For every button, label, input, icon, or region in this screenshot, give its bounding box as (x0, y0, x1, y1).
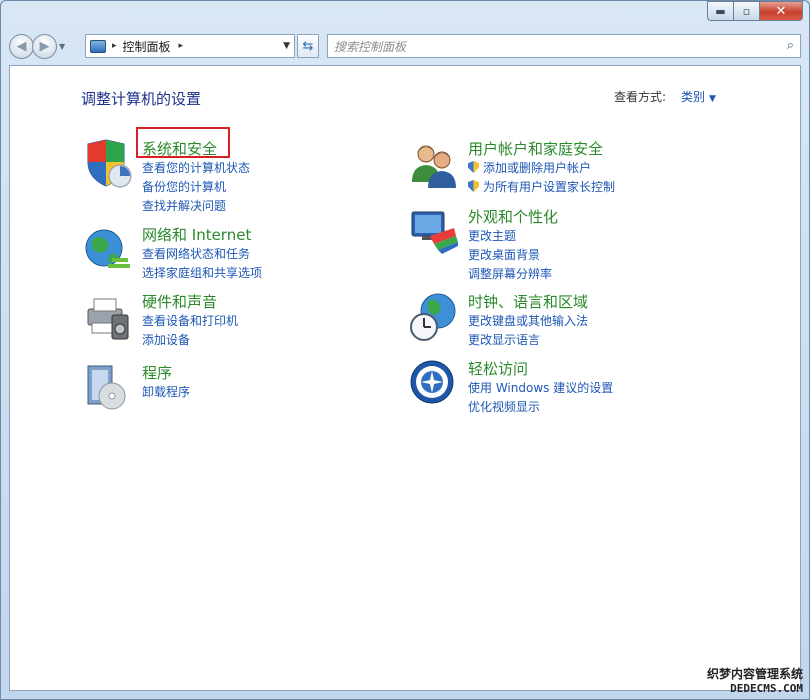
link-optimize-display[interactable]: 优化视频显示 (468, 398, 613, 417)
link-parental-controls[interactable]: 为所有用户设置家长控制 (468, 178, 615, 197)
address-dropdown-icon[interactable]: ▼ (283, 41, 290, 51)
search-icon[interactable]: ⌕ (787, 38, 794, 53)
link-backup-computer[interactable]: 备份您的计算机 (142, 178, 250, 197)
breadcrumb-separator-icon[interactable]: ▸ (112, 41, 117, 51)
view-by-value[interactable]: 类别 (681, 90, 705, 104)
link-homegroup-sharing[interactable]: 选择家庭组和共享选项 (142, 264, 262, 283)
close-button[interactable]: ✕ (759, 1, 803, 21)
search-placeholder: 搜索控制面板 (334, 39, 407, 54)
watermark-line2: DEDECMS.COM (730, 682, 803, 695)
page-title: 调整计算机的设置 (81, 90, 202, 108)
highlight-box (136, 127, 230, 158)
window-caption-buttons: ▬ ▫ ✕ (707, 1, 803, 21)
recent-pages-dropdown[interactable]: ▼ (59, 42, 65, 51)
link-devices-printers[interactable]: 查看设备和打印机 (142, 312, 238, 331)
category-title[interactable]: 轻松访问 (468, 358, 528, 379)
watermark: 织梦内容管理系统 DEDECMS.COM (707, 665, 803, 695)
network-globe-icon (85, 229, 130, 268)
category-title[interactable]: 程序 (142, 362, 172, 383)
view-by-dropdown[interactable]: 类别 ▼ (681, 88, 716, 105)
link-add-remove-accounts[interactable]: 添加或删除用户帐户 (468, 159, 615, 178)
minimize-button[interactable]: ▬ (707, 1, 733, 21)
printer-speaker-icon (87, 298, 129, 340)
link-troubleshoot[interactable]: 查找并解决问题 (142, 197, 250, 216)
address-bar[interactable]: ▸ 控制面板 ▸ ▼ (85, 34, 295, 58)
category-title[interactable]: 网络和 Internet (142, 224, 251, 245)
link-text[interactable]: 添加或删除用户帐户 (483, 161, 591, 175)
chevron-down-icon[interactable]: ▼ (709, 94, 716, 104)
ease-of-access-icon (410, 360, 454, 404)
watermark-line1: 织梦内容管理系统 (706, 667, 803, 681)
category-title[interactable]: 用户帐户和家庭安全 (468, 138, 603, 159)
forward-arrow-icon: ▶ (39, 38, 50, 54)
link-text[interactable]: 为所有用户设置家长控制 (483, 180, 615, 194)
link-recommended-settings[interactable]: 使用 Windows 建议的设置 (468, 379, 613, 398)
link-desktop-background[interactable]: 更改桌面背景 (468, 246, 552, 265)
link-screen-resolution[interactable]: 调整屏幕分辨率 (468, 265, 552, 284)
link-add-device[interactable]: 添加设备 (142, 331, 238, 350)
link-display-language[interactable]: 更改显示语言 (468, 331, 588, 350)
control-panel-window: ▬ ▫ ✕ ◀ ▶ ▼ ▸ 控制面板 ▸ ▼ ⇆ 搜索控制面板 ⌕ 调整计算机的… (0, 0, 810, 700)
link-keyboard-input[interactable]: 更改键盘或其他输入法 (468, 312, 588, 331)
users-icon (412, 145, 456, 188)
globe-clock-icon (410, 293, 456, 341)
link-uninstall-program[interactable]: 卸载程序 (142, 383, 190, 402)
main-content: 调整计算机的设置 查看方式: 类别 ▼ 系统和安全 查看您的计算机状态 备份您的计… (9, 65, 801, 691)
refresh-button[interactable]: ⇆ (297, 34, 319, 58)
uac-shield-icon (468, 161, 479, 173)
link-change-theme[interactable]: 更改主题 (468, 227, 552, 246)
forward-button[interactable]: ▶ (32, 33, 57, 59)
maximize-button[interactable]: ▫ (733, 1, 759, 21)
category-title[interactable]: 时钟、语言和区域 (468, 291, 588, 312)
category-title[interactable]: 硬件和声音 (142, 291, 217, 312)
search-input[interactable]: 搜索控制面板 ⌕ (327, 34, 801, 58)
breadcrumb-separator-icon[interactable]: ▸ (179, 41, 184, 51)
programs-disc-icon (87, 365, 126, 410)
navigation-bar: ◀ ▶ ▼ ▸ 控制面板 ▸ ▼ ⇆ 搜索控制面板 ⌕ (9, 31, 801, 61)
uac-shield-icon (468, 180, 479, 192)
back-button[interactable]: ◀ (9, 33, 34, 59)
category-title[interactable]: 外观和个性化 (468, 206, 558, 227)
security-shield-icon (87, 139, 132, 188)
refresh-icon: ⇆ (302, 38, 314, 54)
link-check-computer-status[interactable]: 查看您的计算机状态 (142, 159, 250, 178)
view-by-label: 查看方式: (614, 90, 667, 104)
back-arrow-icon: ◀ (16, 38, 27, 54)
link-network-status[interactable]: 查看网络状态和任务 (142, 245, 262, 264)
monitor-palette-icon (411, 211, 458, 254)
control-panel-icon (90, 39, 106, 53)
breadcrumb-control-panel[interactable]: 控制面板 (123, 38, 171, 55)
